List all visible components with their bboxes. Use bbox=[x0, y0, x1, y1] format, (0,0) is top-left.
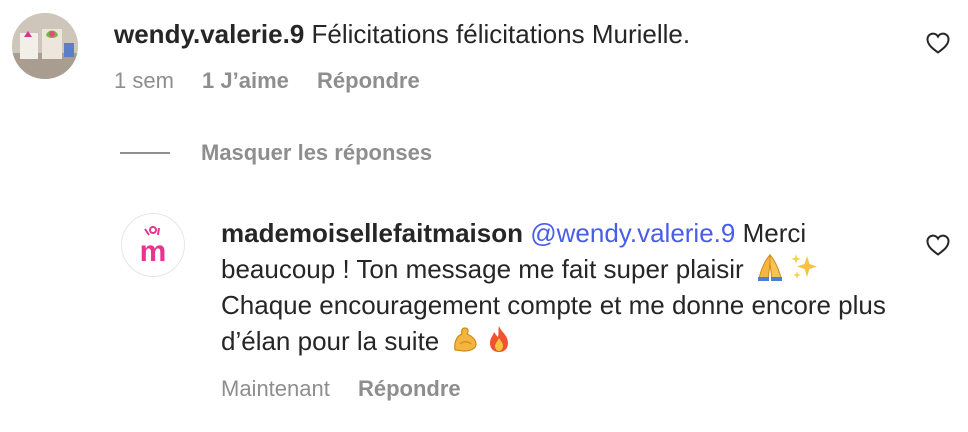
flexed-biceps-icon bbox=[454, 327, 478, 352]
fire-icon bbox=[490, 326, 509, 352]
comment-message: Félicitations félicitations Murielle. bbox=[311, 19, 691, 49]
reply-mention-link[interactable]: @wendy.valerie.9 bbox=[530, 218, 735, 248]
comments-thread: wendy.valerie.9 Félicitations félicitati… bbox=[0, 0, 968, 432]
comment-reply-button[interactable]: Répondre bbox=[317, 66, 420, 96]
comment-timestamp[interactable]: 1 sem bbox=[114, 66, 174, 96]
avatar-image bbox=[12, 13, 78, 79]
hide-replies-button[interactable]: Masquer les réponses bbox=[201, 138, 432, 168]
reply-message-part-2: Chaque encouragement compte et me donne … bbox=[221, 290, 886, 356]
comment-text: wendy.valerie.9 Félicitations félicitati… bbox=[114, 16, 904, 52]
comment-likes[interactable]: 1 J’aime bbox=[202, 66, 289, 96]
heart-icon[interactable] bbox=[926, 234, 950, 256]
comment-username[interactable]: wendy.valerie.9 bbox=[114, 19, 304, 49]
comment-meta: 1 sem 1 J’aime Répondre bbox=[114, 66, 442, 96]
reply-text: mademoiselle­faitmaison @wendy.valerie.9… bbox=[221, 215, 911, 359]
reply-meta: Maintenant Répondre bbox=[221, 374, 483, 404]
reply-username[interactable]: mademoiselle­faitmaison bbox=[221, 218, 523, 248]
avatar[interactable] bbox=[12, 13, 78, 79]
folded-hands-icon bbox=[757, 253, 782, 281]
reply-avatar[interactable]: m bbox=[121, 213, 185, 277]
reply-reply-button[interactable]: Répondre bbox=[358, 374, 461, 404]
replies-divider bbox=[120, 152, 170, 154]
heart-icon[interactable] bbox=[926, 32, 950, 54]
reply-timestamp[interactable]: Maintenant bbox=[221, 374, 330, 404]
brand-logo-icon: m bbox=[140, 226, 167, 267]
sparkles-icon bbox=[790, 254, 817, 279]
avatar-letter: m bbox=[140, 235, 167, 267]
